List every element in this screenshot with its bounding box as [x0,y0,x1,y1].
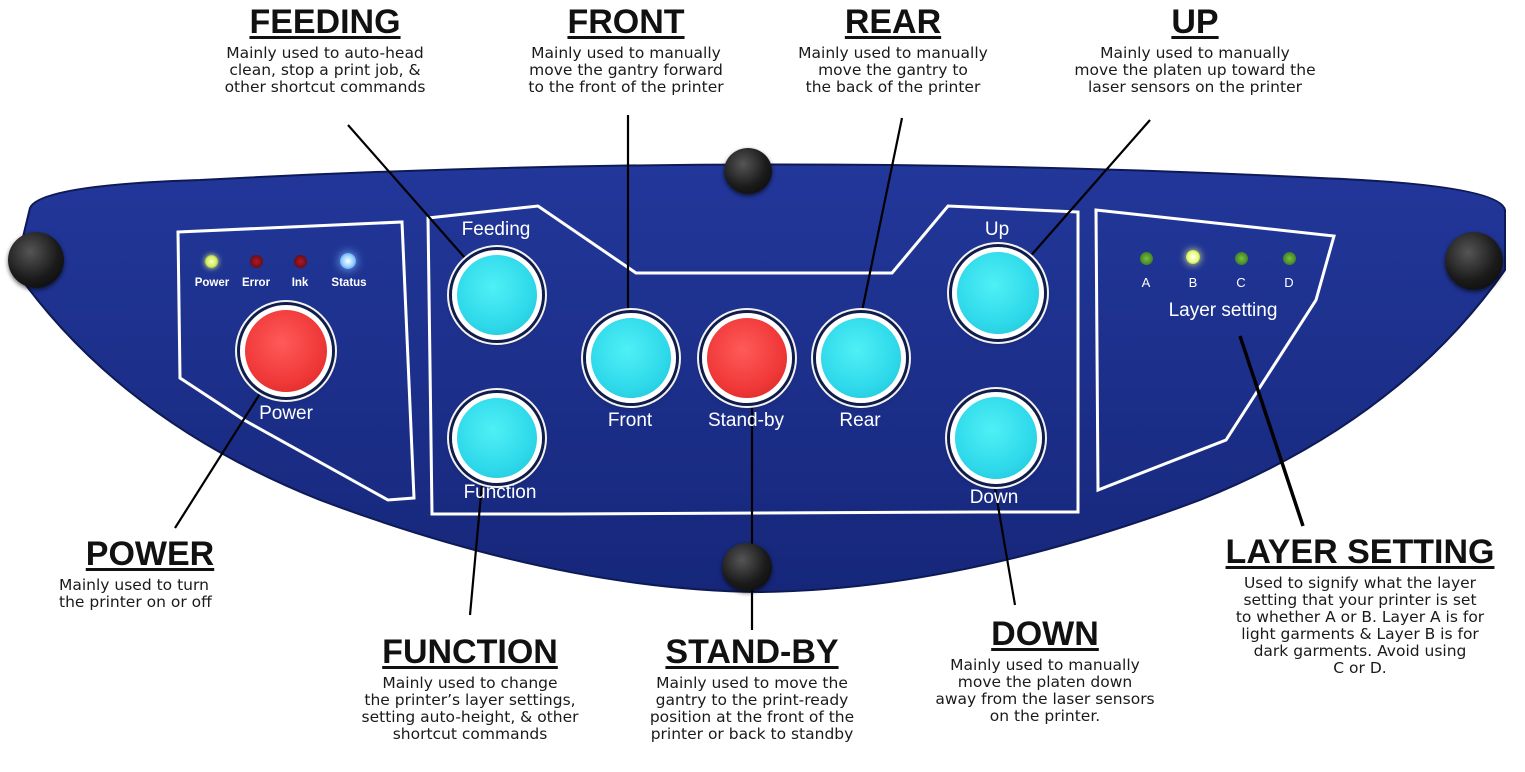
callout-up-line: laser sensors on the printer [1087,78,1302,96]
callout-feeding-title: FEEDING [249,3,401,41]
callout-standby-line: position at the front of the [649,708,855,726]
callout-power-line: the printer on or off [59,593,212,611]
layer-led-label-d: D [1284,275,1294,290]
callout-front-line: Mainly used to manually [531,44,721,62]
power-button[interactable] [240,305,332,397]
callout-up-line: move the platen up toward the [1074,61,1316,79]
feeding-button-label: Feeding [461,219,531,240]
callout-layer-line: light garments & Layer B is for [1241,625,1479,643]
rear-button-label: Rear [839,410,881,431]
status-led-label: Status [331,277,367,289]
screw-top [724,148,772,194]
screw-right [1445,232,1503,290]
callout-standby-line: printer or back to standby [650,725,854,743]
standby-button[interactable] [702,313,792,403]
status-led [340,253,356,269]
callout-layer-line: C or D. [1333,659,1387,677]
callout-up-line: Mainly used to manually [1100,44,1290,62]
layer-led-label-c: C [1236,275,1246,290]
layer-led-b [1186,250,1200,264]
callout-standby-line: gantry to the print-ready [655,691,849,709]
function-button[interactable] [452,393,542,483]
callout-layer-line: setting that your printer is set [1243,591,1477,609]
callout-function-line: shortcut commands [392,725,548,743]
callout-feeding-line: other shortcut commands [224,78,426,96]
front-button-label: Front [607,410,653,431]
down-button-label: Down [969,487,1019,508]
front-button[interactable] [586,313,676,403]
callout-layer-line: to whether A or B. Layer A is for [1235,608,1485,626]
callout-power: POWER Mainly used to turn the printer on… [45,535,255,611]
down-button[interactable] [950,392,1042,484]
standby-button-label: Stand-by [707,410,785,431]
feeding-button[interactable] [452,250,542,340]
callout-down-title: DOWN [991,615,1099,653]
layer-led-c [1235,252,1248,265]
callout-down-line: move the platen down [957,673,1133,691]
callout-layer-title: LAYER SETTING [1225,533,1495,571]
callout-rear-line: Mainly used to manually [798,44,988,62]
layer-led-a [1140,252,1153,265]
callout-rear-line: move the gantry to [818,61,968,79]
callout-down-line: Mainly used to manually [950,656,1140,674]
callout-function-line: setting auto-height, & other [361,708,579,726]
callout-down-line: on the printer. [989,707,1101,725]
callout-layer-setting: LAYER SETTING Used to signify what the l… [1200,533,1520,677]
callout-rear-title: REAR [844,3,942,41]
callout-power-line: Mainly used to turn [59,576,209,594]
callout-feeding: FEEDING Mainly used to auto-head clean, … [185,3,465,96]
callout-front-line: move the gantry forward [529,61,723,79]
layer-led-d [1283,252,1296,265]
callout-down: DOWN Mainly used to manually move the pl… [905,615,1185,725]
callout-front-title: FRONT [567,3,685,41]
power-button-label: Power [259,403,313,424]
screw-bottom [722,543,772,591]
up-button-label: Up [984,219,1010,240]
callout-up: UP Mainly used to manually move the plat… [1040,3,1350,96]
layer-led-label-a: A [1141,275,1151,290]
callout-function-line: the printer’s layer settings, [364,691,576,709]
error-led-label: Error [241,277,271,289]
callout-rear-line: the back of the printer [805,78,981,96]
callout-down-line: away from the laser sensors [935,690,1155,708]
function-button-label: Function [463,482,537,503]
callout-layer-line: Used to signify what the layer [1243,574,1477,592]
error-led [250,255,263,268]
ink-led [294,255,307,268]
callout-function-line: Mainly used to change [382,674,558,692]
callout-front: FRONT Mainly used to manually move the g… [496,3,756,96]
power-led-label: Power [194,277,230,289]
rear-button[interactable] [816,313,906,403]
layer-led-label-b: B [1188,275,1198,290]
callout-rear: REAR Mainly used to manually move the ga… [768,3,1018,96]
callout-function: FUNCTION Mainly used to change the print… [330,633,610,743]
callout-feeding-line: Mainly used to auto-head [226,44,424,62]
callout-power-title: POWER [85,535,215,573]
callout-layer-line: dark garments. Avoid using [1253,642,1467,660]
screw-left [8,232,64,288]
callout-feeding-line: clean, stop a print job, & [229,61,421,79]
power-led [205,255,218,268]
callout-standby-title: STAND-BY [665,633,839,671]
layer-setting-label: Layer setting [1168,300,1278,321]
callout-standby-line: Mainly used to move the [656,674,848,692]
callout-up-title: UP [1171,3,1219,41]
callout-front-line: to the front of the printer [528,78,724,96]
callout-function-title: FUNCTION [382,633,558,671]
callout-standby: STAND-BY Mainly used to move the gantry … [612,633,892,743]
ink-led-label: Ink [291,277,309,289]
up-button[interactable] [952,247,1044,339]
